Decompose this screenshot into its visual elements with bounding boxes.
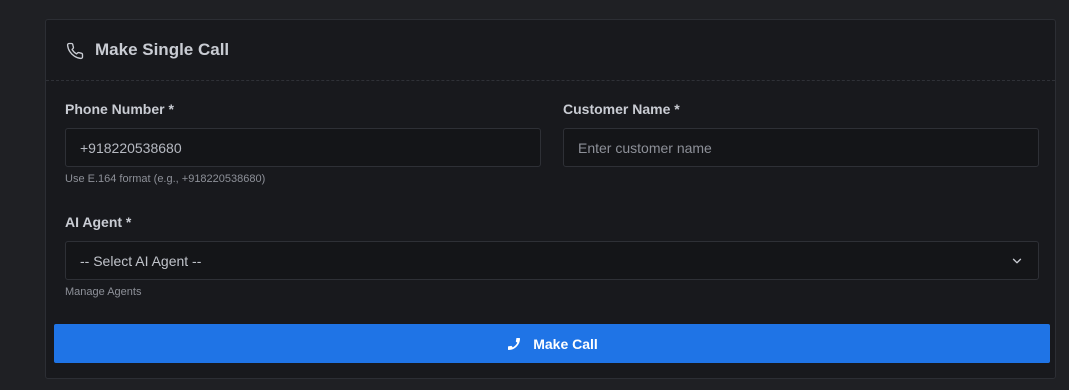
panel-header: Make Single Call (46, 20, 1055, 81)
phone-format-hint: Use E.164 format (e.g., +918220538680) (65, 173, 266, 185)
phone-number-value: +918220538680 (80, 139, 182, 156)
make-call-button[interactable]: Make Call (54, 324, 1050, 363)
make-single-call-panel: Make Single Call Phone Number * +9182205… (45, 19, 1056, 379)
phone-number-input[interactable]: +918220538680 (65, 128, 541, 167)
phone-number-label: Phone Number * (65, 101, 174, 117)
ai-agent-select[interactable]: -- Select AI Agent -- (65, 241, 1039, 280)
ai-agent-selected-value: -- Select AI Agent -- (80, 252, 202, 269)
manage-agents-link[interactable]: Manage Agents (65, 286, 141, 298)
customer-name-label: Customer Name * (563, 101, 680, 117)
make-call-label: Make Call (533, 335, 598, 352)
customer-name-input[interactable]: Enter customer name (563, 128, 1039, 167)
chevron-down-icon (1010, 254, 1024, 268)
phone-solid-icon (506, 336, 522, 352)
ai-agent-label: AI Agent * (65, 214, 132, 230)
customer-name-placeholder: Enter customer name (578, 139, 712, 156)
panel-title: Make Single Call (95, 40, 230, 59)
phone-outline-icon (65, 41, 85, 61)
